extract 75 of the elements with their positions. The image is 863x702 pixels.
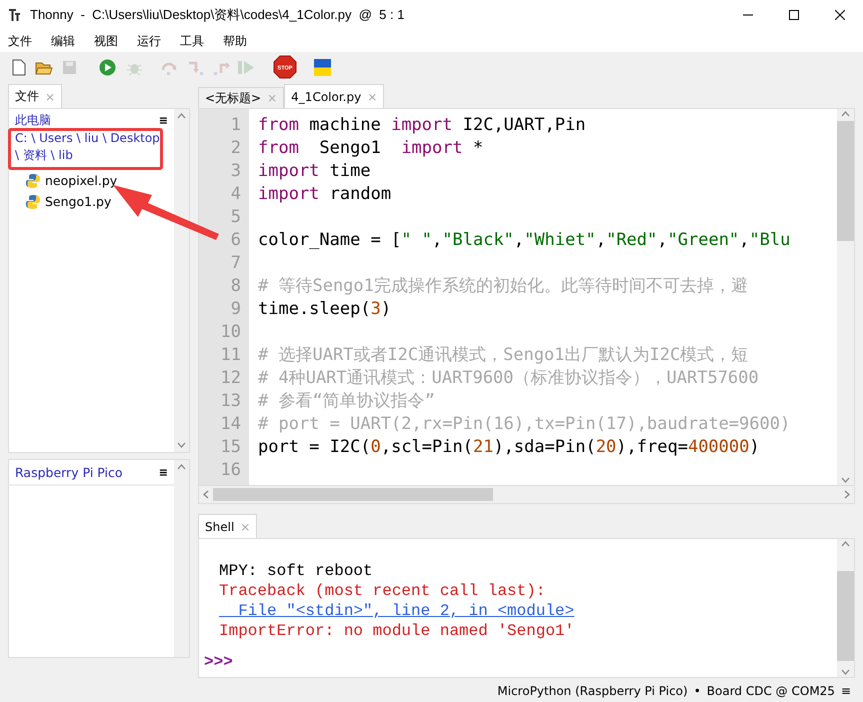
device-title: Raspberry Pi Pico	[15, 464, 123, 480]
menu-item[interactable]: 运行	[137, 32, 161, 50]
scroll-up-icon[interactable]	[177, 113, 186, 119]
shell-output-line: MPY: soft reboot	[219, 561, 373, 581]
scroll-down-icon[interactable]	[177, 442, 186, 448]
code-line: # 等待Sengo1完成操作系统的初始化。此等待时间不可去掉，避	[258, 275, 748, 298]
line-number: 9	[230, 298, 241, 321]
code-line: # port = UART(2,rx=Pin(16),tx=Pin(17),baudrate=9600)	[258, 413, 790, 436]
panel-menu-icon[interactable]: ≡	[158, 114, 168, 127]
scroll-down-icon[interactable]	[841, 477, 850, 483]
line-number: 6	[230, 229, 241, 252]
line-number: 4	[230, 183, 241, 206]
menu-item[interactable]: 帮助	[223, 32, 247, 50]
panel-menu-icon[interactable]: ≡	[158, 466, 168, 478]
status-menu-icon[interactable]: ≡	[840, 684, 851, 698]
scrollbar-thumb[interactable]	[837, 571, 854, 661]
code-line: # 参看“简单协议指令”	[258, 390, 435, 413]
line-number: 16	[220, 459, 241, 482]
tree-header: 此电脑	[15, 113, 51, 128]
flag-icon[interactable]	[314, 58, 330, 76]
python-file-icon	[25, 172, 41, 188]
scrollbar-thumb[interactable]	[837, 121, 854, 241]
scroll-down-icon[interactable]	[841, 669, 850, 675]
line-number: 8	[230, 275, 241, 298]
code-line: # 选择UART或者I2C通讯模式，Sengo1出厂默认为I2C模式，短	[258, 344, 748, 367]
status-separator: •	[694, 684, 701, 698]
editor-tab[interactable]: <无标题> ×	[198, 87, 284, 108]
line-number: 11	[220, 344, 241, 367]
run-icon[interactable]	[98, 58, 116, 76]
code-line: port = I2C(0,scl=Pin(21),sda=Pin(20),freq=400000)	[258, 436, 760, 459]
code-line: # 4种UART通讯模式：UART9600（标准协议指令），UART57600	[258, 367, 759, 390]
traceback-link[interactable]: File "<stdin>", line 2, in <module>	[219, 601, 574, 621]
scroll-up-icon[interactable]	[177, 464, 186, 470]
line-number: 7	[230, 252, 241, 275]
app-logo-icon	[8, 8, 22, 22]
folder-icon[interactable]	[35, 60, 53, 74]
menu-item[interactable]: 视图	[94, 32, 118, 50]
editor-tab[interactable]: 4_1Color.py ×	[284, 84, 384, 108]
line-number: 15	[220, 436, 241, 459]
shell-tab[interactable]: Shell ×	[198, 514, 258, 538]
maximize-icon[interactable]	[789, 10, 799, 20]
close-icon[interactable]	[835, 10, 845, 20]
scroll-up-icon[interactable]	[841, 541, 850, 547]
menu-item[interactable]: 编辑	[51, 32, 75, 50]
file-name[interactable]: neopixel.py	[45, 173, 118, 188]
menu-item[interactable]: 文件	[8, 32, 32, 50]
code-line: import time	[258, 160, 371, 183]
code-line: import random	[258, 183, 392, 206]
code-line: color_Name = [" ","Black","Whiet","Red","Green","Blu	[258, 229, 790, 252]
file-name[interactable]: Sengo1.py	[45, 194, 112, 209]
scroll-right-icon[interactable]	[844, 490, 850, 499]
line-number: 3	[230, 160, 241, 183]
new-file-icon[interactable]	[12, 58, 26, 76]
line-number: 1	[230, 114, 241, 137]
shell-output-line: Traceback (most recent call last):	[219, 581, 546, 601]
scroll-up-icon[interactable]	[841, 111, 850, 117]
folder-path[interactable]: C: \ Users \ liu \ Desktop \ 资料 \ lib	[15, 130, 165, 164]
interpreter-status[interactable]: MicroPython (Raspberry Pi Pico)	[497, 684, 688, 698]
line-number: 14	[220, 413, 241, 436]
port-status[interactable]: Board CDC @ COM25	[706, 684, 835, 698]
line-number: 5	[230, 206, 241, 229]
menu-item[interactable]: 工具	[180, 32, 204, 50]
python-file-icon	[25, 194, 41, 210]
code-line: time.sleep(3)	[258, 298, 392, 321]
line-number: 2	[230, 137, 241, 160]
line-number: 10	[220, 321, 241, 344]
code-line: from Sengo1 import *	[258, 137, 484, 160]
scrollbar-thumb[interactable]	[213, 488, 493, 501]
files-tab[interactable]: 文件 ×	[8, 84, 62, 108]
line-number: 13	[220, 390, 241, 413]
window-title: Thonny - C:\Users\liu\Desktop\资料\codes\4_1Color.py @ 5 : 1	[30, 6, 406, 24]
scroll-left-icon[interactable]	[203, 490, 209, 499]
shell-prompt: >>>	[204, 653, 233, 671]
code-line: from machine import I2C,UART,Pin	[258, 114, 586, 137]
line-number: 12	[220, 367, 241, 390]
